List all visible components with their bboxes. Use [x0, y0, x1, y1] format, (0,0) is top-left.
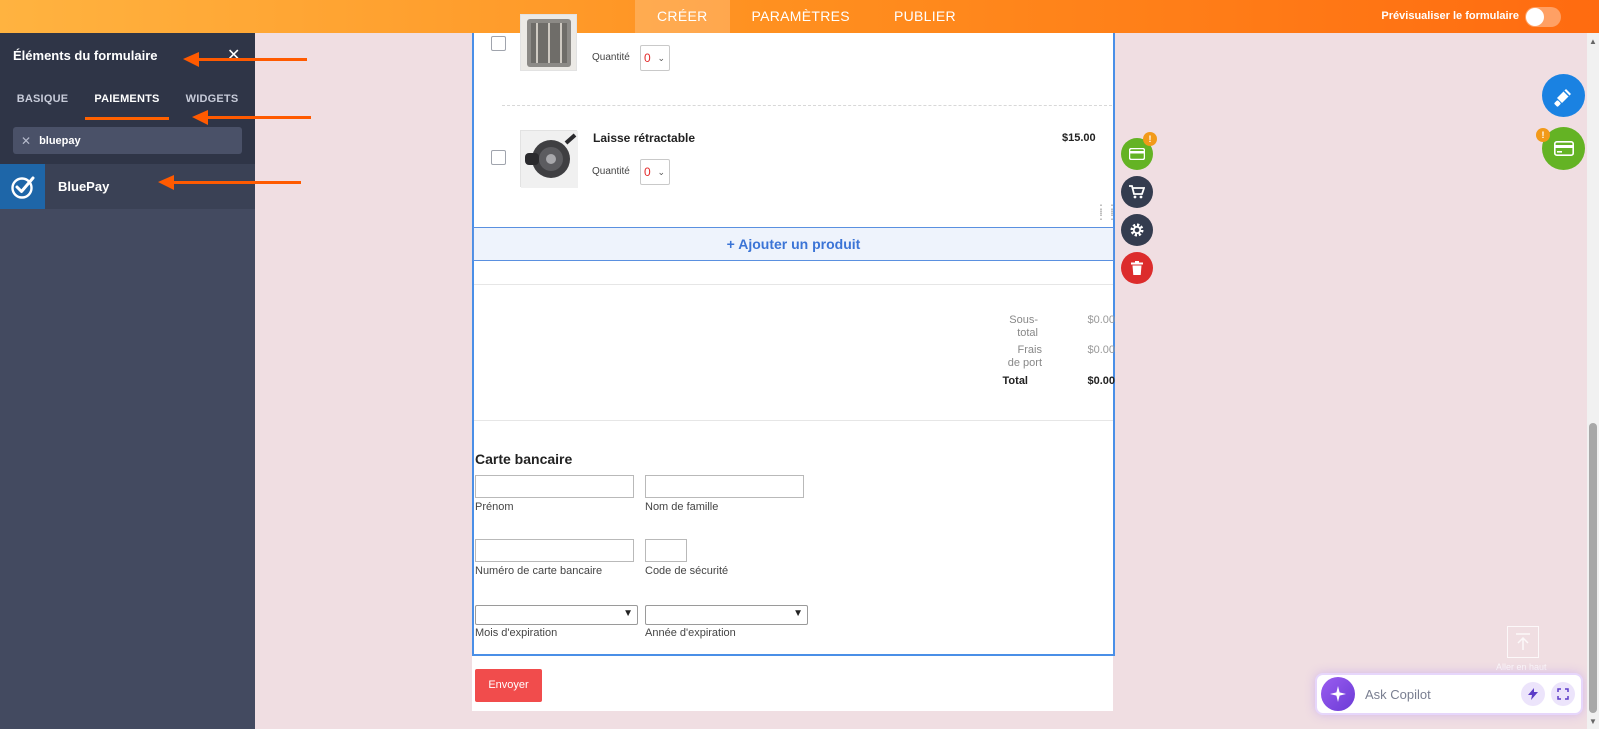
expand-icon[interactable]	[1551, 682, 1575, 706]
tab-create[interactable]: CRÉER	[635, 0, 730, 33]
security-code-field[interactable]	[645, 539, 687, 562]
product-image-leash	[520, 130, 578, 188]
subtotal-value: $0.00	[1087, 314, 1115, 326]
element-label: BluePay	[58, 179, 110, 194]
credit-card-title: Carte bancaire	[475, 451, 573, 467]
product-image-carrier	[520, 14, 577, 71]
subtotal-label-line1: Sous-	[1009, 314, 1038, 326]
submit-button[interactable]: Envoyer	[475, 669, 542, 702]
first-name-label: Prénom	[475, 501, 514, 513]
warning-badge: !	[1143, 132, 1157, 146]
ask-copilot-placeholder[interactable]: Ask Copilot	[1365, 687, 1515, 702]
payment-icon	[1553, 141, 1574, 156]
warning-badge: !	[1536, 128, 1550, 142]
cart-icon	[1129, 185, 1145, 199]
shipping-label-line2: de port	[1007, 357, 1042, 369]
gear-icon	[1130, 223, 1144, 237]
add-product-button[interactable]: + Ajouter un produit	[473, 227, 1114, 261]
ask-copilot-bar[interactable]: Ask Copilot	[1315, 673, 1583, 715]
close-panel-button[interactable]: ✕	[227, 45, 240, 65]
card-number-field[interactable]	[475, 539, 634, 562]
form-designer-button[interactable]	[1542, 74, 1585, 117]
product-divider	[502, 105, 1112, 106]
quantity-label: Quantité	[592, 166, 630, 177]
paint-roller-icon	[1553, 88, 1571, 107]
shipping-label-line1: Frais	[1017, 344, 1042, 356]
form-elements-panel: Éléments du formulaire ✕ BASIQUE PAIEMEN…	[0, 33, 255, 729]
settings-button[interactable]	[1121, 214, 1153, 246]
top-nav: CRÉER PARAMÈTRES PUBLIER	[635, 0, 978, 33]
payment-icon	[1129, 148, 1145, 160]
preview-form-label: Prévisualiser le formulaire	[1381, 10, 1519, 22]
tab-payments[interactable]: PAIEMENTS	[85, 78, 169, 120]
page-scrollbar[interactable]: ▲ ▼	[1587, 33, 1599, 729]
trash-icon	[1131, 261, 1143, 275]
quantity-select[interactable]: 0 ⌄	[640, 159, 670, 185]
panel-title: Éléments du formulaire	[13, 48, 158, 63]
chevron-down-icon: ▼	[793, 608, 803, 619]
annotation-arrow	[183, 52, 307, 67]
chevron-down-icon: ⌄	[657, 167, 665, 177]
subtotal-label-line2: total	[1017, 327, 1038, 339]
search-area: ✕	[0, 120, 255, 164]
quantity-label: Quantité	[592, 52, 630, 63]
annotation-arrow	[158, 175, 301, 190]
scroll-thumb[interactable]	[1589, 423, 1597, 713]
top-bar: CRÉER PARAMÈTRES PUBLIER Prévisualiser l…	[0, 0, 1599, 33]
delete-button[interactable]	[1121, 252, 1153, 284]
quantity-select[interactable]: 0 ⌄	[640, 45, 670, 71]
quantity-value: 0	[644, 165, 651, 179]
shipping-label: Frais de port	[996, 344, 1042, 370]
back-to-top-button[interactable]	[1507, 626, 1539, 658]
search-box: ✕	[13, 127, 242, 154]
tab-settings[interactable]: PARAMÈTRES	[730, 0, 872, 33]
divider	[474, 284, 1113, 285]
shipping-value: $0.00	[1087, 344, 1115, 356]
security-code-label: Code de sécurité	[645, 565, 729, 577]
arrow-up-icon	[1516, 633, 1530, 650]
scroll-up-icon[interactable]: ▲	[1589, 37, 1597, 46]
panel-header: Éléments du formulaire ✕	[0, 33, 255, 78]
panel-tabs: BASIQUE PAIEMENTS WIDGETS	[0, 78, 255, 120]
total-label: Total	[1002, 375, 1028, 387]
product-name: Laisse rétractable	[593, 131, 696, 145]
annotation-arrow	[192, 110, 311, 125]
exp-month-label: Mois d'expiration	[475, 627, 558, 639]
sparkle-icon	[1321, 677, 1355, 711]
tab-publish[interactable]: PUBLIER	[872, 0, 978, 33]
product-checkbox[interactable]	[491, 150, 506, 165]
last-name-field[interactable]	[645, 475, 804, 498]
divider	[474, 420, 1113, 421]
tab-basic[interactable]: BASIQUE	[0, 78, 85, 120]
preview-toggle[interactable]	[1525, 6, 1561, 27]
chevron-down-icon: ⌄	[657, 53, 665, 63]
card-number-label: Numéro de carte bancaire	[475, 565, 603, 577]
exp-month-select[interactable]: ▼	[475, 605, 638, 625]
preview-form-control: Prévisualiser le formulaire	[1381, 0, 1561, 33]
lightning-icon[interactable]	[1521, 682, 1545, 706]
drag-handle-icon[interactable]: ⋮⋮ ⋮⋮	[1095, 203, 1118, 221]
tab-widgets[interactable]: WIDGETS	[169, 78, 255, 120]
back-to-top-label: Aller en haut	[1496, 662, 1547, 672]
exp-year-label: Année d'expiration	[645, 627, 736, 639]
first-name-field[interactable]	[475, 475, 634, 498]
product-checkbox[interactable]	[491, 36, 506, 51]
cart-button[interactable]	[1121, 176, 1153, 208]
element-bluepay[interactable]: BluePay	[0, 164, 255, 209]
chevron-down-icon: ▼	[623, 608, 633, 619]
clear-search-icon[interactable]: ✕	[21, 134, 31, 148]
quantity-value: 0	[644, 51, 651, 65]
subtotal-label: Sous- total	[1000, 314, 1038, 340]
total-value: $0.00	[1087, 375, 1115, 387]
search-input[interactable]	[39, 134, 220, 147]
scroll-down-icon[interactable]: ▼	[1589, 717, 1597, 726]
bluepay-check-icon	[0, 164, 45, 209]
last-name-label: Nom de famille	[645, 501, 719, 513]
exp-year-select[interactable]: ▼	[645, 605, 808, 625]
product-price: $15.00	[1062, 132, 1096, 144]
